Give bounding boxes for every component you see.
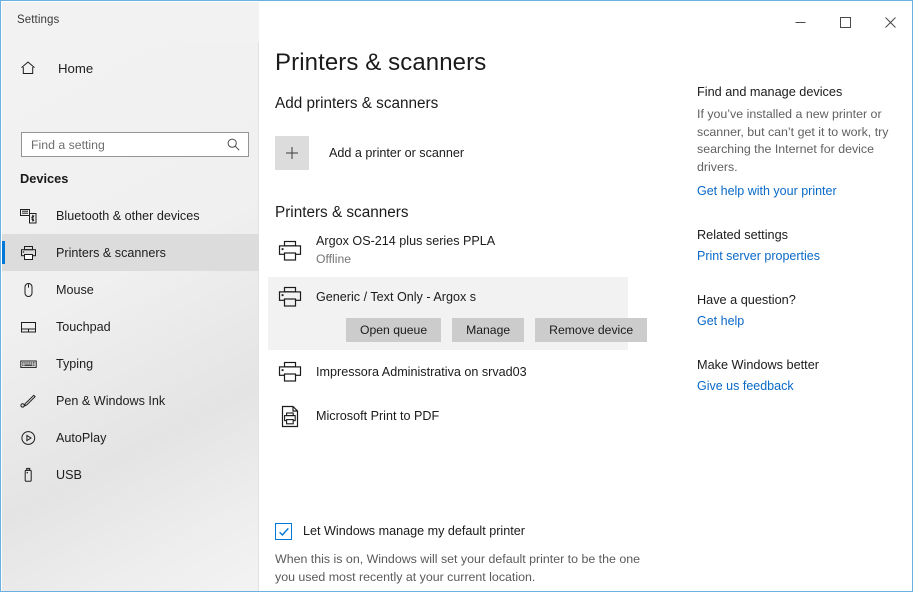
print-to-pdf-icon [275,405,305,428]
plus-icon [275,136,309,170]
add-printer-button[interactable]: Add a printer or scanner [275,133,655,173]
printer-name: Generic / Text Only - Argox s [316,289,477,304]
sidebar-item-label: Printers & scanners [56,245,166,260]
touchpad-icon [20,319,42,335]
remove-device-button[interactable]: Remove device [535,318,648,342]
help-heading: Make Windows better [697,358,819,372]
sidebar-item-label: USB [56,467,82,482]
sidebar-item-home[interactable]: Home [11,53,249,83]
list-item[interactable]: Microsoft Print to PDF [268,394,636,438]
list-item-text: Generic / Text Only - Argox s [316,289,476,306]
default-printer-checkbox-row[interactable]: Let Windows manage my default printer [275,522,675,541]
bluetooth-devices-icon [20,208,42,224]
help-panel: Find and manage devices If you’ve instal… [681,42,912,591]
give-us-feedback-link[interactable]: Give us feedback [697,379,912,393]
help-heading: Related settings [697,228,788,242]
sidebar-nav-list: Bluetooth & other devices Printers & sca… [2,197,259,493]
sidebar-item-label: Pen & Windows Ink [56,393,166,408]
print-server-properties-link[interactable]: Print server properties [697,249,912,263]
pen-icon [20,393,42,409]
autoplay-icon [20,430,42,446]
get-help-with-printer-link[interactable]: Get help with your printer [697,184,912,198]
close-button[interactable] [868,2,912,42]
sidebar-item-label: AutoPlay [56,430,107,445]
printer-name: Microsoft Print to PDF [316,408,440,423]
help-heading: Have a question? [697,293,796,307]
printer-name: Argox OS-214 plus series PPLA [316,234,496,248]
get-help-link[interactable]: Get help [697,314,912,328]
mouse-icon [20,282,42,298]
maximize-icon [840,16,851,28]
default-printer-description: When this is on, Windows will set your d… [275,552,641,584]
printer-icon [275,286,305,308]
list-item-selected[interactable]: Generic / Text Only - Argox s Open queue… [268,277,648,350]
close-icon [885,16,896,28]
printer-icon [275,361,305,383]
sidebar-item-label: Typing [56,356,94,371]
sidebar-item-printers-scanners[interactable]: Printers & scanners [2,234,259,271]
printer-icon [20,245,42,261]
list-item[interactable]: Impressora Administrativa on srvad03 [268,350,636,394]
sidebar-item-bluetooth-other-devices[interactable]: Bluetooth & other devices [2,197,259,234]
status-badge: Offline [316,252,352,266]
list-item[interactable]: Argox OS-214 plus series PPLA Offline [268,224,636,277]
minimize-icon [795,21,806,23]
sidebar-item-label: Touchpad [56,319,111,334]
sidebar: Home Devices [2,42,259,591]
search-box[interactable] [21,132,249,157]
maximize-button[interactable] [823,2,868,42]
sidebar-item-autoplay[interactable]: AutoPlay [2,419,259,456]
page-title: Printers & scanners [275,49,487,76]
help-body: If you’ve installed a new printer or sca… [697,107,889,174]
list-item-text: Argox OS-214 plus series PPLA Offline [316,233,495,268]
printer-name: Impressora Administrativa on srvad03 [316,364,527,379]
home-icon [21,61,35,74]
help-heading: Find and manage devices [697,85,843,99]
search-icon [227,138,248,151]
title-bar: Settings [2,2,912,42]
printer-list: Argox OS-214 plus series PPLA Offline Ge… [268,224,648,438]
settings-window: Settings Home Find a setting Devices Blu… [0,0,913,592]
search-input[interactable] [22,133,227,156]
sidebar-item-label: Bluetooth & other devices [56,208,200,223]
sidebar-item-usb[interactable]: USB [2,456,259,493]
default-printer-label: Let Windows manage my default printer [303,524,525,538]
sidebar-item-mouse[interactable]: Mouse [2,271,259,308]
printer-actions: Open queue Manage Remove device [346,318,648,342]
sidebar-item-touchpad[interactable]: Touchpad [2,308,259,345]
minimize-button[interactable] [778,2,823,42]
help-block-make-windows-better: Make Windows better Give us feedback [697,358,912,393]
list-item-text: Impressora Administrativa on srvad03 [316,364,527,381]
open-queue-button[interactable]: Open queue [346,318,442,342]
sidebar-group-label: Devices [20,171,69,186]
help-block-related-settings: Related settings Print server properties [697,228,912,263]
checkmark-icon [278,527,289,536]
add-printers-heading: Add printers & scanners [275,95,439,112]
window-controls [778,2,912,42]
usb-icon [20,467,42,483]
default-printer-checkbox[interactable] [275,523,292,540]
list-item-text: Microsoft Print to PDF [316,408,439,425]
help-block-find-manage-devices: Find and manage devices If you’ve instal… [697,85,912,198]
printers-scanners-heading: Printers & scanners [275,204,409,221]
printer-icon [275,240,305,262]
window-title: Settings [17,14,60,26]
help-block-have-a-question: Have a question? Get help [697,293,912,328]
manage-button[interactable]: Manage [452,318,525,342]
keyboard-icon [20,356,42,372]
sidebar-item-pen-windows-ink[interactable]: Pen & Windows Ink [2,382,259,419]
sidebar-item-label: Mouse [56,282,94,297]
default-printer-setting: Let Windows manage my default printer Wh… [275,522,675,586]
sidebar-home-label: Home [58,60,94,76]
add-printer-label: Add a printer or scanner [329,146,465,160]
sidebar-item-typing[interactable]: Typing [2,345,259,382]
